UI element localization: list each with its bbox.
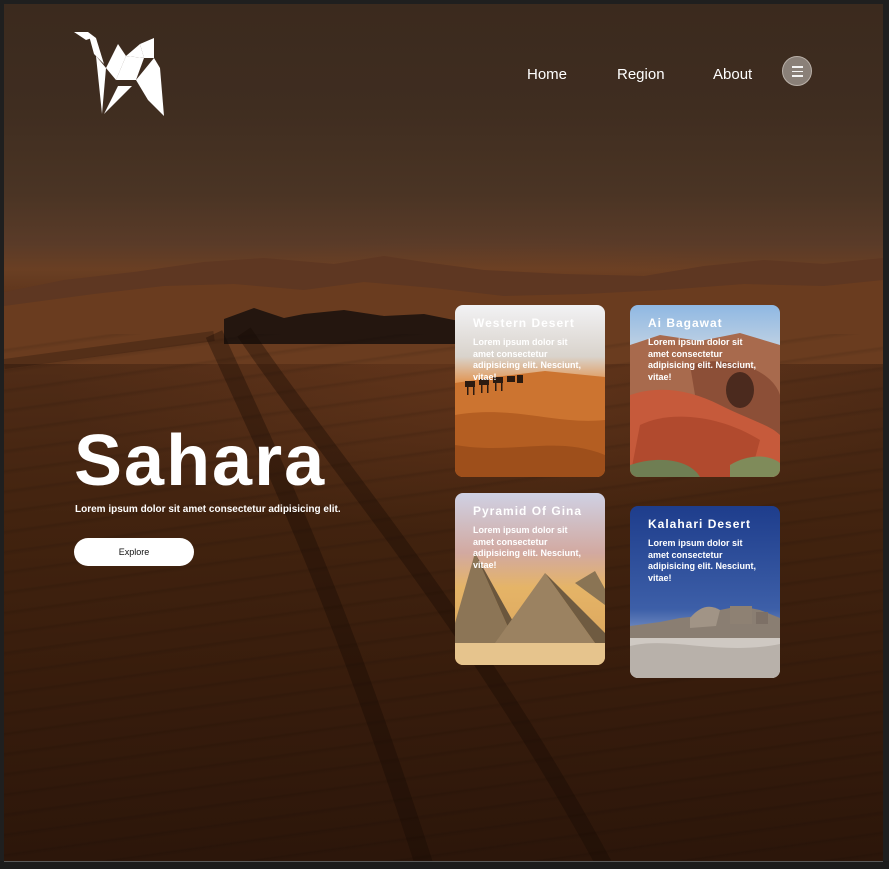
- card-title: Ai Bagawat: [648, 316, 723, 330]
- page-title: Sahara: [74, 421, 327, 501]
- card-text: Lorem ipsum dolor sit amet consectetur a…: [473, 525, 582, 570]
- explore-button[interactable]: Explore: [74, 538, 194, 566]
- card-title: Pyramid Of Gina: [473, 504, 583, 518]
- hero-subtitle: Lorem ipsum dolor sit amet consectetur a…: [75, 504, 341, 515]
- nav-link-home[interactable]: Home: [527, 66, 567, 83]
- card-title: Western Desert: [473, 316, 575, 330]
- nav-link-region[interactable]: Region: [617, 66, 665, 83]
- card-ai-bagawat[interactable]: Ai Bagawat Lorem ipsum dolor sit amet co…: [630, 305, 780, 477]
- hero-background: Home Region About Sahara Lorem ipsum dol…: [4, 4, 883, 861]
- card-title: Kalahari Desert: [648, 517, 752, 531]
- card-western-desert[interactable]: Western Desert Lorem ipsum dolor sit ame…: [455, 305, 605, 477]
- hamburger-menu-button[interactable]: [782, 56, 812, 86]
- main-nav: Home Region About: [4, 66, 883, 86]
- bottom-divider: [0, 861, 889, 869]
- card-pyramid-of-gina[interactable]: Pyramid Of Gina Lorem ipsum dolor sit am…: [455, 493, 605, 665]
- nav-link-about[interactable]: About: [713, 66, 752, 83]
- card-text: Lorem ipsum dolor sit amet consectetur a…: [648, 337, 757, 382]
- card-text: Lorem ipsum dolor sit amet consectetur a…: [473, 337, 582, 382]
- card-kalahari-desert[interactable]: Kalahari Desert Lorem ipsum dolor sit am…: [630, 506, 780, 678]
- card-text: Lorem ipsum dolor sit amet consectetur a…: [648, 538, 757, 583]
